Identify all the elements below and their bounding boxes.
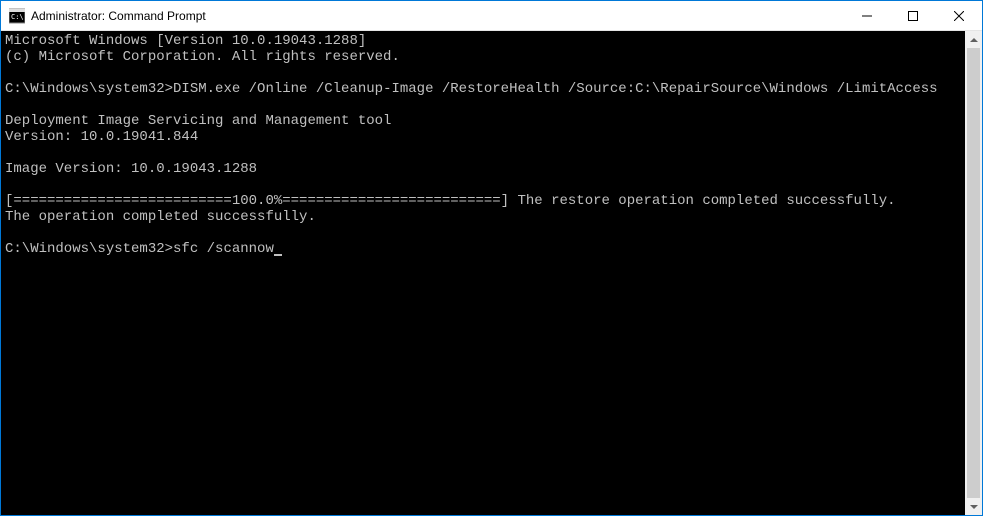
scroll-down-icon[interactable] [965, 498, 982, 515]
scroll-track[interactable] [965, 48, 982, 498]
minimize-button[interactable] [844, 1, 890, 30]
svg-text:C:\: C:\ [11, 13, 24, 21]
t-progress: [==========================100.0%=======… [5, 193, 896, 209]
t-line: Version: 10.0.19041.844 [5, 129, 198, 145]
t-line: Microsoft Windows [Version 10.0.19043.12… [5, 33, 366, 49]
t-cmd: sfc /scannow [173, 241, 274, 257]
cursor [274, 254, 282, 256]
t-line: Deployment Image Servicing and Managemen… [5, 113, 391, 129]
window-controls [844, 1, 982, 30]
t-prompt: C:\Windows\system32> [5, 81, 173, 97]
terminal-output[interactable]: Microsoft Windows [Version 10.0.19043.12… [1, 31, 965, 515]
scrollbar[interactable] [965, 31, 982, 515]
scroll-up-icon[interactable] [965, 31, 982, 48]
maximize-button[interactable] [890, 1, 936, 30]
t-line: (c) Microsoft Corporation. All rights re… [5, 49, 400, 65]
window-title: Administrator: Command Prompt [31, 9, 844, 23]
t-line: Image Version: 10.0.19043.1288 [5, 161, 257, 177]
t-cmd: DISM.exe /Online /Cleanup-Image /Restore… [173, 81, 938, 97]
titlebar: C:\ Administrator: Command Prompt [1, 1, 982, 31]
cmd-icon: C:\ [9, 8, 25, 24]
close-button[interactable] [936, 1, 982, 30]
t-line: The operation completed successfully. [5, 209, 316, 225]
t-prompt: C:\Windows\system32> [5, 241, 173, 257]
scroll-thumb[interactable] [967, 48, 980, 498]
